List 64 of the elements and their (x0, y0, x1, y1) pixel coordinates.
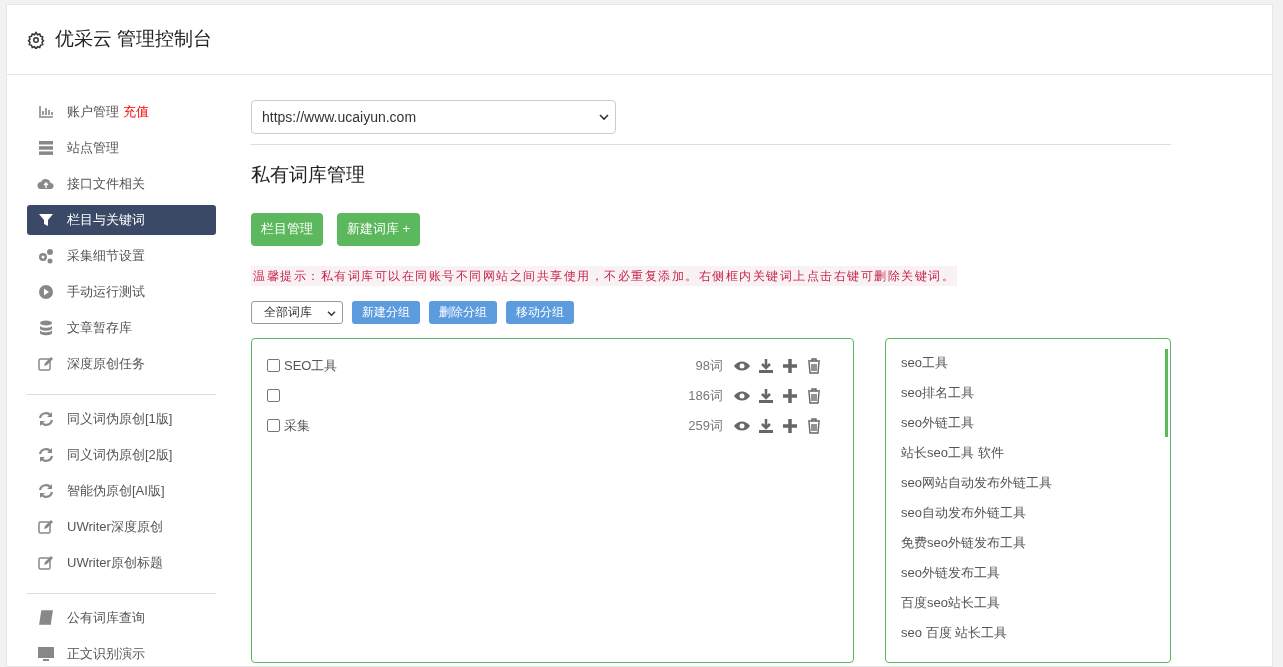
edit-icon (37, 355, 55, 373)
word-count: 98词 (695, 356, 723, 375)
sidebar-item[interactable]: 公有词库查询 (27, 603, 216, 633)
checkbox[interactable] (267, 359, 280, 372)
sidebar-item[interactable]: 手动运行测试 (27, 277, 216, 307)
sidebar-item[interactable]: 栏目与关键词 (27, 205, 216, 235)
database-icon (37, 319, 55, 337)
sidebar-item[interactable]: 同义词伪原创[1版] (27, 404, 216, 434)
trash-icon[interactable] (805, 356, 823, 375)
refresh-icon (37, 446, 55, 464)
trash-icon[interactable] (805, 386, 823, 405)
edit-icon (37, 518, 55, 536)
refresh-icon (37, 410, 55, 428)
keyword-item[interactable]: seo 百度 站长工具 (901, 622, 1170, 653)
bar-chart-icon (37, 103, 55, 121)
section-title: 私有词库管理 (251, 163, 366, 187)
download-icon[interactable] (757, 356, 775, 375)
trash-icon[interactable] (805, 416, 823, 435)
tip-text: 温馨提示：私有词库可以在同账号不同网站之间共享使用，不必重复添加。右侧框内关键词上点击右键可删除关键词。 (251, 265, 957, 286)
edit-icon (37, 554, 55, 572)
word-count: 259词 (688, 416, 723, 435)
keyword-item[interactable]: 免费seo外链发布工具 (901, 532, 1170, 563)
keyword-item[interactable]: 百度seo站长工具 (901, 592, 1170, 623)
chevron-icon (327, 309, 336, 317)
plus-icon[interactable] (781, 386, 799, 405)
server-icon (37, 139, 55, 157)
library-name: 采集 (284, 416, 311, 435)
checkbox[interactable] (267, 419, 280, 432)
keyword-item[interactable]: seo排名工具 (901, 382, 1170, 413)
plus-icon[interactable] (781, 416, 799, 435)
keyword-item[interactable]: seo外链发布工具 (901, 562, 1170, 593)
download-icon[interactable] (757, 386, 775, 405)
download-icon[interactable] (757, 416, 775, 435)
sidebar-item[interactable]: 站点管理 (27, 133, 216, 163)
monitor-icon (37, 645, 55, 663)
plus-icon[interactable] (781, 356, 799, 375)
sidebar-item[interactable]: UWriter深度原创 (27, 512, 216, 542)
keyword-item[interactable]: seo工具 (901, 352, 1170, 383)
keyword-item[interactable]: seo外链工具 (901, 412, 1170, 443)
refresh-icon (37, 482, 55, 500)
sidebar-item[interactable]: 同义词伪原创[2版] (27, 440, 216, 470)
sidebar-item[interactable]: 账户管理 充值 (27, 97, 216, 127)
sidebar-item[interactable]: 文章暂存库 (27, 313, 216, 343)
sidebar-item[interactable]: 深度原创任务 (27, 349, 216, 379)
keyword-item[interactable]: 站长seo工具 软件 (901, 442, 1170, 473)
sidebar-item[interactable]: UWriter原创标题 (27, 548, 216, 578)
recharge-link[interactable]: 充值 (123, 102, 149, 122)
library-name: SEO工具 (284, 356, 339, 375)
keyword-item[interactable]: seo自动发布外链工具 (901, 502, 1170, 533)
keyword-item[interactable]: seo网站自动发布外链工具 (901, 472, 1170, 503)
sidebar-item[interactable]: 智能伪原创[AI版] (27, 476, 216, 506)
settings-icon (27, 30, 45, 49)
library-select[interactable]: 全部词库 (251, 300, 343, 324)
checkbox[interactable] (267, 389, 280, 402)
sidebar-item[interactable]: 正文识别演示 (27, 639, 216, 666)
scrollbar[interactable] (1165, 348, 1168, 437)
console-title: 优采云 管理控制台 (55, 27, 213, 52)
sidebar-item[interactable]: 接口文件相关 (27, 169, 216, 199)
filter-icon (37, 211, 55, 229)
play-icon (37, 283, 55, 301)
site-select[interactable]: https://www.ucaiyun.com (251, 100, 616, 134)
chevron-icon (599, 113, 609, 121)
word-count: 186词 (688, 386, 723, 405)
sidebar-item[interactable]: 采集细节设置 (27, 241, 216, 271)
